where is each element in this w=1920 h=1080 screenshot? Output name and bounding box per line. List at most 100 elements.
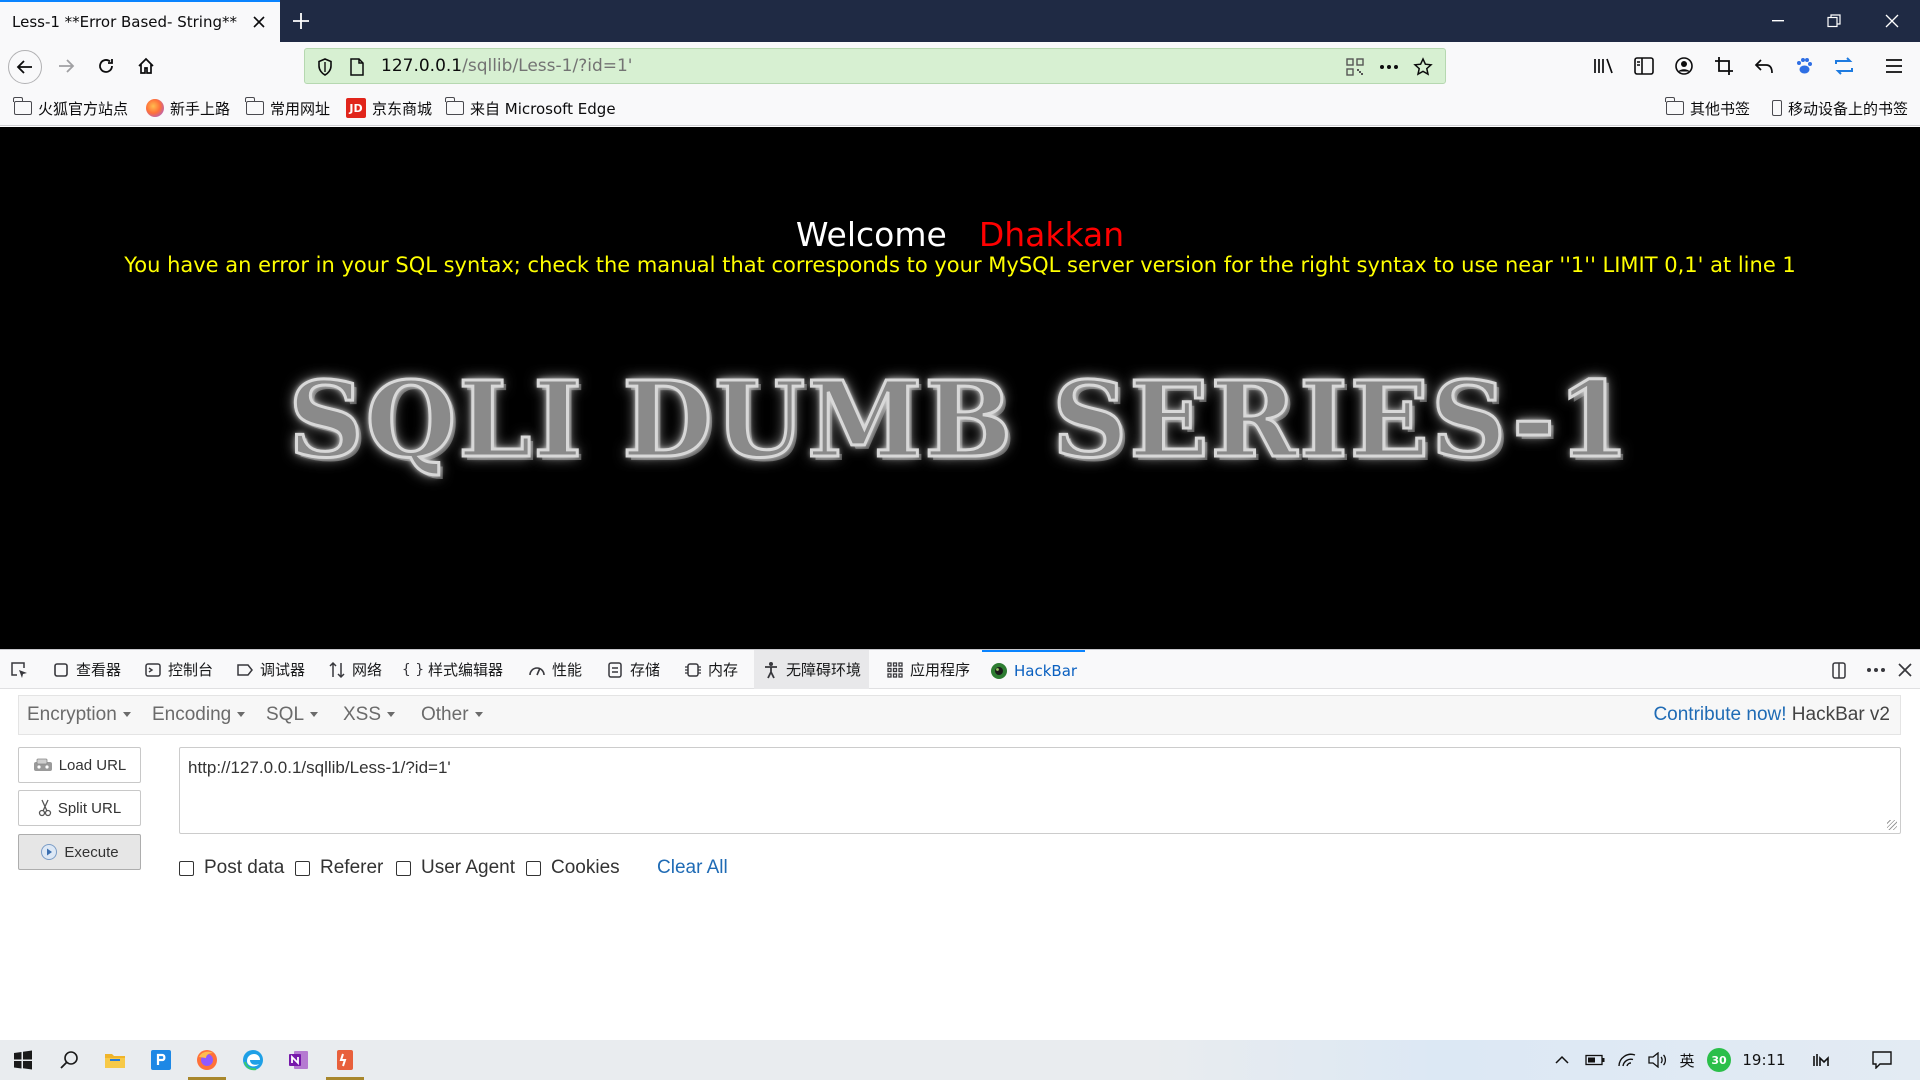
tab-accessibility[interactable]: 无障碍环境 bbox=[754, 650, 870, 689]
tab-label: 应用程序 bbox=[910, 661, 971, 679]
new-tab-icon[interactable] bbox=[288, 8, 314, 34]
memory-chip-icon bbox=[684, 661, 702, 679]
split-url-button[interactable]: Split URL bbox=[18, 790, 141, 826]
load-url-button[interactable]: Load URL bbox=[18, 747, 141, 783]
tab-performance[interactable]: 性能 bbox=[520, 650, 590, 689]
back-button[interactable] bbox=[8, 50, 42, 84]
welcome-line: Welcome Dhakkan bbox=[0, 215, 1920, 254]
tab-storage[interactable]: 存储 bbox=[598, 650, 668, 689]
bookmark-star-icon[interactable] bbox=[1411, 55, 1435, 79]
tab-inspector[interactable]: 查看器 bbox=[44, 650, 129, 689]
menu-label: Encoding bbox=[152, 704, 232, 725]
taskbar-edge[interactable] bbox=[230, 1040, 276, 1080]
page-info-icon[interactable] bbox=[345, 55, 369, 79]
button-label: Split URL bbox=[57, 799, 122, 817]
burp-icon bbox=[337, 1050, 353, 1070]
tab-style-editor[interactable]: { } 样式编辑器 bbox=[396, 650, 511, 689]
battery-icon[interactable] bbox=[1580, 1040, 1610, 1080]
shield-icon[interactable] bbox=[313, 55, 337, 79]
menu-other[interactable]: Other bbox=[421, 704, 483, 726]
referer-checkbox[interactable]: Referer bbox=[295, 857, 383, 879]
checkbox-icon[interactable] bbox=[295, 860, 310, 876]
forward-arrow-icon bbox=[59, 59, 75, 73]
devtools-options-button[interactable] bbox=[1858, 650, 1894, 689]
library-icon[interactable] bbox=[1588, 50, 1620, 82]
paw-extension-icon[interactable] bbox=[1788, 50, 1820, 82]
bookmark-folder[interactable]: 来自 Microsoft Edge bbox=[445, 96, 616, 120]
url-textarea[interactable]: http://127.0.0.1/sqllib/Less-1/?id=1' bbox=[179, 747, 1901, 834]
taskbar-firefox[interactable] bbox=[184, 1040, 230, 1080]
menu-encoding[interactable]: Encoding bbox=[152, 704, 246, 726]
status-badge[interactable]: 30 bbox=[1704, 1040, 1734, 1080]
bookmark-folder-other[interactable]: 其他书签 bbox=[1665, 96, 1750, 120]
forward-button[interactable] bbox=[50, 50, 82, 82]
tab-hackbar[interactable]: HackBar bbox=[982, 650, 1086, 689]
post-data-checkbox[interactable]: Post data bbox=[179, 857, 284, 879]
resize-handle-icon[interactable] bbox=[1887, 820, 1897, 830]
checkbox-icon[interactable] bbox=[396, 860, 411, 876]
back-arrow-icon bbox=[16, 60, 32, 74]
bookmark-label: 火狐官方站点 bbox=[38, 99, 129, 118]
bookmark-link[interactable]: JD 京东商城 bbox=[346, 96, 432, 120]
sync-extension-icon[interactable] bbox=[1828, 50, 1860, 82]
home-button[interactable] bbox=[130, 50, 162, 82]
volume-icon[interactable] bbox=[1642, 1040, 1672, 1080]
restore-icon[interactable] bbox=[1806, 0, 1862, 42]
taskbar-onenote[interactable] bbox=[276, 1040, 322, 1080]
menu-label: Encryption bbox=[27, 704, 117, 725]
minimize-icon[interactable] bbox=[1750, 0, 1806, 42]
tab-console[interactable]: 控制台 bbox=[136, 650, 221, 689]
bookmark-folder-mobile[interactable]: 移动设备上的书签 bbox=[1772, 96, 1908, 120]
bookmark-folder[interactable]: 常用网址 bbox=[245, 96, 330, 120]
close-window-icon[interactable] bbox=[1864, 0, 1920, 42]
address-bar[interactable]: 127.0.0.1/sqllib/Less-1/?id=1' bbox=[304, 48, 1446, 84]
user-agent-checkbox[interactable]: User Agent bbox=[396, 857, 515, 879]
bookmark-folder[interactable]: 火狐官方站点 bbox=[13, 96, 129, 120]
wifi-icon[interactable] bbox=[1612, 1040, 1642, 1080]
checkbox-icon[interactable] bbox=[526, 860, 541, 876]
menu-encryption[interactable]: Encryption bbox=[27, 704, 131, 726]
taskbar-burp[interactable] bbox=[322, 1040, 368, 1080]
sidebar-icon[interactable] bbox=[1628, 50, 1660, 82]
taskbar-file-explorer[interactable] bbox=[92, 1040, 138, 1080]
start-button[interactable] bbox=[0, 1040, 46, 1080]
hackbar-logo-icon bbox=[990, 662, 1008, 680]
tray-expand-icon[interactable] bbox=[1548, 1040, 1576, 1080]
tab-label: 查看器 bbox=[76, 661, 122, 679]
clear-all-link[interactable]: Clear All bbox=[657, 857, 728, 879]
dock-toggle-button[interactable] bbox=[1822, 650, 1856, 689]
ime-indicator[interactable]: 英 bbox=[1672, 1040, 1702, 1080]
menu-xss[interactable]: XSS bbox=[343, 704, 396, 726]
caret-down-icon bbox=[310, 712, 319, 718]
account-icon[interactable] bbox=[1668, 50, 1700, 82]
reload-button[interactable] bbox=[90, 50, 122, 82]
tab-memory[interactable]: 内存 bbox=[676, 650, 746, 689]
checkbox-icon[interactable] bbox=[179, 860, 194, 876]
tab-debugger[interactable]: 调试器 bbox=[228, 650, 313, 689]
input-tool-icon[interactable] bbox=[1806, 1040, 1836, 1080]
home-icon bbox=[138, 57, 154, 74]
tab-close-icon[interactable] bbox=[248, 11, 270, 33]
taskbar-p-app[interactable] bbox=[138, 1040, 184, 1080]
bookmark-link[interactable]: 新手上路 bbox=[146, 96, 230, 120]
search-button[interactable] bbox=[46, 1040, 92, 1080]
notifications-icon[interactable] bbox=[1862, 1040, 1902, 1080]
page-actions-icon[interactable] bbox=[1377, 55, 1401, 79]
banner-text: SQLI DUMB SERIES-1 bbox=[287, 356, 1632, 482]
menu-sql[interactable]: SQL bbox=[266, 704, 319, 726]
qr-code-icon[interactable] bbox=[1343, 55, 1367, 79]
tab-network[interactable]: 网络 bbox=[320, 650, 390, 689]
browser-tab[interactable]: Less-1 **Error Based- String** bbox=[0, 0, 280, 42]
hamburger-menu-icon[interactable] bbox=[1878, 50, 1910, 82]
execute-button[interactable]: Execute bbox=[18, 834, 141, 870]
contribute-link[interactable]: Contribute now! bbox=[1653, 704, 1786, 725]
tab-application[interactable]: 应用程序 bbox=[878, 650, 978, 689]
cookies-checkbox[interactable]: Cookies bbox=[526, 857, 620, 879]
hackbar-menu-bar: Encryption Encoding SQL XSS Other Contri… bbox=[18, 695, 1901, 735]
caret-down-icon bbox=[474, 712, 483, 718]
devtools-close-button[interactable] bbox=[1890, 650, 1920, 689]
screenshot-crop-icon[interactable] bbox=[1708, 50, 1740, 82]
clock[interactable]: 19:11 bbox=[1736, 1040, 1792, 1080]
undo-arrow-icon[interactable] bbox=[1748, 50, 1780, 82]
element-picker-button[interactable] bbox=[2, 650, 36, 689]
